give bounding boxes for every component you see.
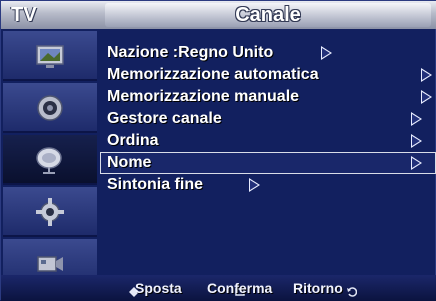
sidebar-item-sound[interactable] <box>3 83 97 133</box>
picture-icon <box>36 45 64 68</box>
menu-item-label: Sintonia fine <box>107 176 203 193</box>
menu-item-label: Ordina <box>107 132 159 149</box>
chevron-right-icon <box>421 68 432 82</box>
chevron-right-icon <box>421 90 432 104</box>
chevron-right-icon <box>411 112 422 126</box>
sidebar-item-picture[interactable] <box>3 31 97 81</box>
sidebar <box>3 31 97 293</box>
menu-item-label: Memorizzazione automatica <box>107 66 319 83</box>
channel-icon <box>36 147 62 174</box>
title-bar: Canale <box>105 3 431 27</box>
setup-icon <box>36 198 64 226</box>
sidebar-item-setup[interactable] <box>3 187 97 237</box>
tv-osd-menu: TV Canale Nazione:Regno Unito Memorizza… <box>0 0 436 301</box>
channel-menu: Nazione :Regno Unito Memorizzazione auto… <box>100 43 436 263</box>
menu-item-nome[interactable]: Nome <box>100 152 436 174</box>
menu-item-nazione[interactable]: Nazione :Regno Unito <box>101 43 435 63</box>
chevron-right-icon <box>411 134 422 148</box>
sound-icon <box>37 95 63 121</box>
page-title: Canale <box>235 4 301 26</box>
chevron-right-icon <box>249 178 260 192</box>
menu-item-ordina[interactable]: Ordina <box>101 131 435 151</box>
menu-header: TV Canale <box>1 1 436 29</box>
chevron-right-icon <box>321 46 332 60</box>
menu-item-label: Nazione :Regno Unito <box>107 44 274 61</box>
menu-item-memorizzazione-automatica[interactable]: Memorizzazione automatica <box>101 65 435 85</box>
source-label: TV <box>11 4 37 26</box>
chevron-right-icon <box>411 156 422 170</box>
return-hint: Ritorno <box>293 280 343 296</box>
menu-item-label: Nome <box>107 154 152 171</box>
move-hint: Sposta <box>135 280 182 296</box>
confirm-hint: Conferma <box>207 280 273 296</box>
menu-item-label: Gestore canale <box>107 110 222 127</box>
menu-item-label: Memorizzazione manuale <box>107 88 300 105</box>
sidebar-item-channel[interactable] <box>3 135 97 185</box>
menu-item-sintonia-fine[interactable]: Sintonia fine <box>101 175 435 195</box>
footer-help-bar: Sposta Conferma Ritorno <box>1 275 436 301</box>
menu-item-gestore-canale[interactable]: Gestore canale <box>101 109 435 129</box>
return-icon <box>347 287 357 297</box>
menu-item-memorizzazione-manuale[interactable]: Memorizzazione manuale <box>101 87 435 107</box>
